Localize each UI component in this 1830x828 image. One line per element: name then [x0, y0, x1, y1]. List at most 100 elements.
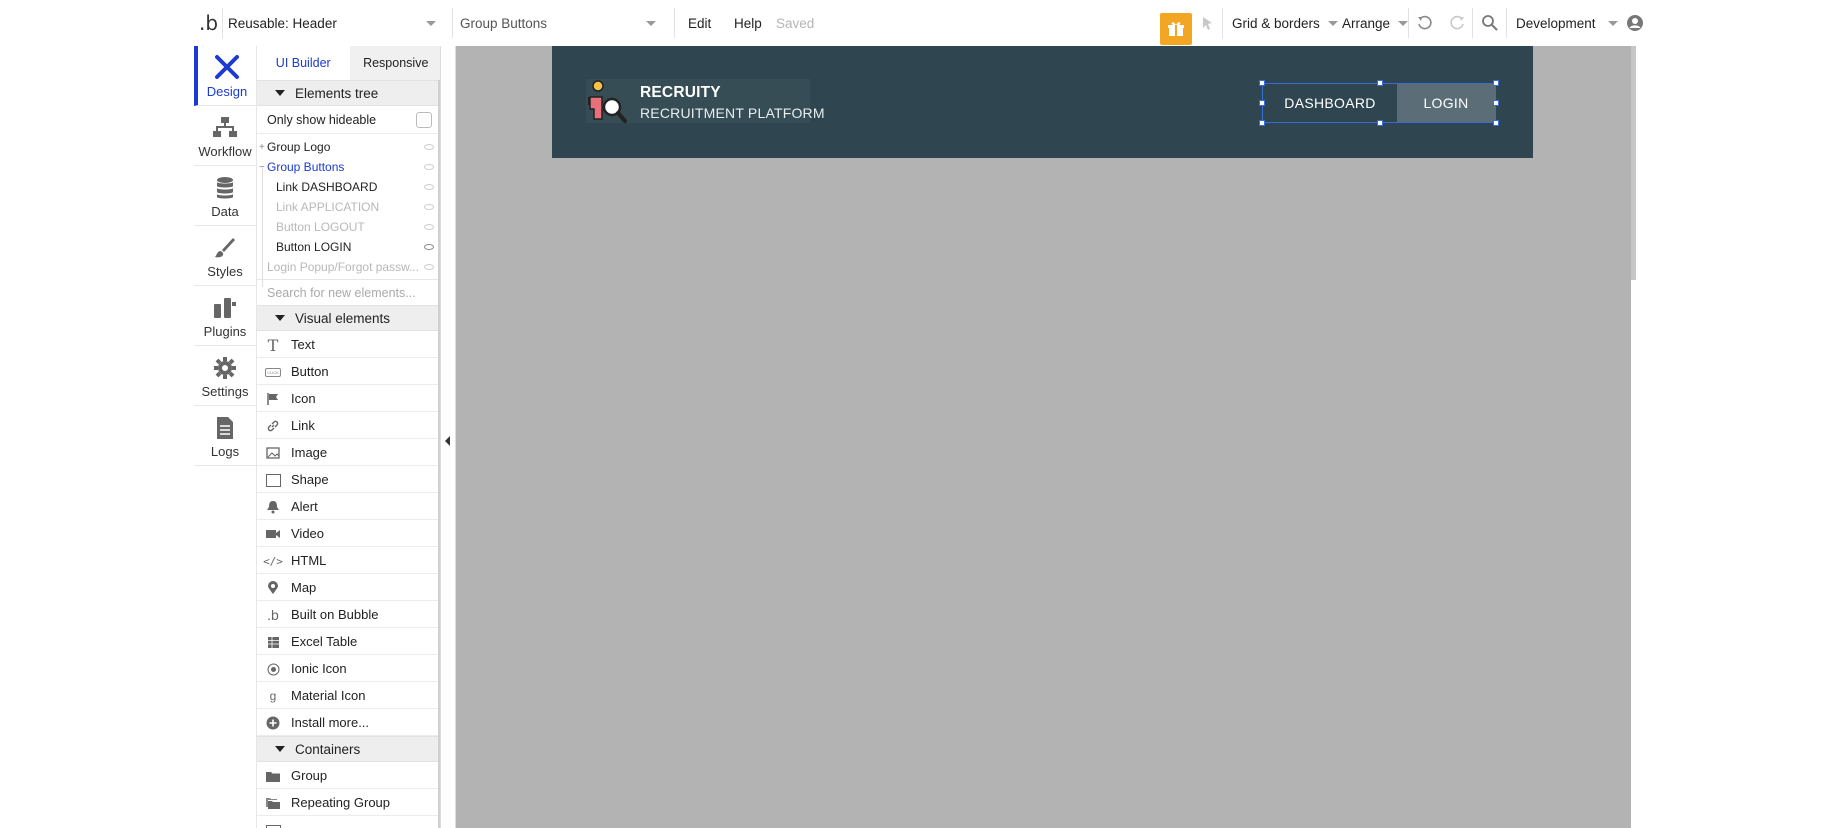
eye-icon[interactable] [424, 144, 434, 150]
bubble-logo-icon[interactable]: .b [198, 0, 218, 46]
container-item-repeating-group[interactable]: Repeating Group [257, 789, 440, 816]
nav-data[interactable]: Data [194, 166, 256, 226]
edit-menu-label: Edit [688, 15, 712, 31]
panel-tabs: UI Builder Responsive [257, 46, 440, 80]
svg-text:.b: .b [199, 12, 218, 34]
nav-logs[interactable]: Logs [194, 406, 256, 466]
resize-handle[interactable] [1259, 120, 1265, 126]
edit-menu[interactable]: Edit [688, 0, 711, 46]
resize-handle[interactable] [1493, 100, 1499, 106]
gift-button[interactable] [1160, 13, 1192, 45]
cursor-disabled-icon[interactable] [1200, 0, 1216, 46]
resize-handle[interactable] [1259, 80, 1265, 86]
visual-item-label: Built on Bubble [291, 606, 379, 622]
visual-item-shape[interactable]: Shape [257, 466, 440, 493]
tab-ui-builder[interactable]: UI Builder [257, 46, 350, 80]
nav-styles[interactable]: Styles [194, 226, 256, 286]
eye-icon[interactable] [424, 184, 434, 190]
visual-item-map[interactable]: Map [257, 574, 440, 601]
canvas-scrollbar[interactable] [1631, 46, 1636, 280]
tree-item-label: Button LOGIN [276, 240, 352, 254]
account-button[interactable] [1626, 0, 1644, 46]
button-login[interactable]: LOGIN [1397, 84, 1495, 122]
nav-logs-label: Logs [210, 444, 240, 459]
eye-icon[interactable] [424, 164, 434, 170]
panel-collapse-handle[interactable] [441, 46, 456, 828]
visual-item-image[interactable]: Image [257, 439, 440, 466]
visual-item-label: Button [291, 363, 329, 379]
recruiter-logo-icon [588, 80, 627, 123]
tree-item-group-logo[interactable]: + Group Logo [257, 137, 440, 157]
plus-circle-icon [265, 715, 281, 731]
tree-item-link-application[interactable]: Link APPLICATION [257, 197, 440, 217]
nav-settings[interactable]: Settings [194, 346, 256, 406]
image-icon [265, 445, 281, 461]
visual-item-excel-table[interactable]: Excel Table [257, 628, 440, 655]
visual-elements-header[interactable]: Visual elements [257, 305, 440, 331]
design-canvas[interactable] [456, 46, 1631, 828]
container-item-label: Repeating Group [291, 794, 391, 810]
chevron-down-icon [1327, 20, 1338, 26]
element-selector[interactable]: Group Buttons [460, 0, 666, 46]
visual-item-video[interactable]: Video [257, 520, 440, 547]
eye-icon[interactable] [424, 264, 434, 270]
visual-item-ionic-icon[interactable]: Ionic Icon [257, 655, 440, 682]
reusable-header-element[interactable]: RECRUITY RECRUITMENT PLATFORM DASHBOARD … [552, 46, 1533, 158]
video-camera-icon [265, 526, 281, 542]
environment-selector[interactable]: Development [1516, 0, 1618, 46]
arrange-menu[interactable]: Arrange [1342, 0, 1409, 46]
redo-button[interactable] [1448, 0, 1466, 46]
only-show-hideable-checkbox[interactable] [416, 111, 432, 128]
visual-item-install-more[interactable]: Install more... [257, 709, 440, 736]
link-dashboard[interactable]: DASHBOARD [1263, 84, 1397, 122]
resize-handle[interactable] [1493, 80, 1499, 86]
visual-item-link[interactable]: Link [257, 412, 440, 439]
visual-item-built-on-bubble[interactable]: .b Built on Bubble [257, 601, 440, 628]
user-avatar-icon [1627, 15, 1643, 31]
tree-item-button-login[interactable]: Button LOGIN [257, 237, 440, 257]
tab-responsive[interactable]: Responsive [349, 46, 440, 80]
tree-item-group-buttons[interactable]: − Group Buttons [257, 157, 440, 177]
tree-item-label: Login Popup/Forgot passw... [267, 260, 420, 274]
visual-item-label: Icon [291, 390, 316, 406]
visual-item-alert[interactable]: Alert [257, 493, 440, 520]
logo-title: RECRUITY [640, 84, 721, 101]
element-search-input[interactable]: Search for new elements... [257, 279, 440, 305]
eye-icon[interactable] [424, 204, 434, 210]
visual-item-label: Alert [291, 498, 318, 514]
visual-item-button[interactable]: CLICK Button [257, 358, 440, 385]
tree-item-login-popup[interactable]: Login Popup/Forgot passw... [257, 257, 440, 277]
element-selector-label: Group Buttons [460, 15, 548, 31]
visual-item-icon[interactable]: Icon [257, 385, 440, 412]
help-menu[interactable]: Help [734, 0, 762, 46]
page-selector[interactable]: Reusable: Header [228, 0, 444, 46]
container-item-next[interactable] [257, 816, 440, 828]
expand-plus-icon[interactable]: + [259, 142, 265, 153]
resize-handle[interactable] [1259, 100, 1265, 106]
resize-handle[interactable] [1493, 120, 1499, 126]
tree-item-link-dashboard[interactable]: Link DASHBOARD [257, 177, 440, 197]
grid-borders-menu[interactable]: Grid & borders [1232, 0, 1338, 46]
nav-plugins[interactable]: Plugins [194, 286, 256, 346]
visual-item-text[interactable]: T Text [257, 331, 440, 358]
nav-design[interactable]: Design [194, 46, 256, 106]
search-button[interactable] [1481, 0, 1499, 46]
page-selector-label: Reusable: Header [228, 15, 337, 31]
container-item-group[interactable]: Group [257, 762, 440, 789]
visual-item-label: HTML [291, 552, 327, 568]
visual-item-label: Image [291, 444, 328, 460]
eye-icon[interactable] [424, 244, 434, 250]
eye-icon[interactable] [424, 224, 434, 230]
visual-item-label: Link [291, 417, 315, 433]
nav-workflow[interactable]: Workflow [194, 106, 256, 166]
tree-item-button-logout[interactable]: Button LOGOUT [257, 217, 440, 237]
visual-item-html[interactable]: </> HTML [257, 547, 440, 574]
elements-tree-header[interactable]: Elements tree [257, 80, 440, 106]
resize-handle[interactable] [1377, 80, 1383, 86]
undo-button[interactable] [1416, 0, 1434, 46]
group-buttons-selected[interactable]: DASHBOARD LOGIN [1259, 80, 1499, 126]
visual-item-material-icon[interactable]: g Material Icon [257, 682, 440, 709]
resize-handle[interactable] [1377, 120, 1383, 126]
top-bar: .b Reusable: Header Group Buttons Edit H… [0, 0, 1830, 46]
containers-header[interactable]: Containers [257, 736, 440, 762]
